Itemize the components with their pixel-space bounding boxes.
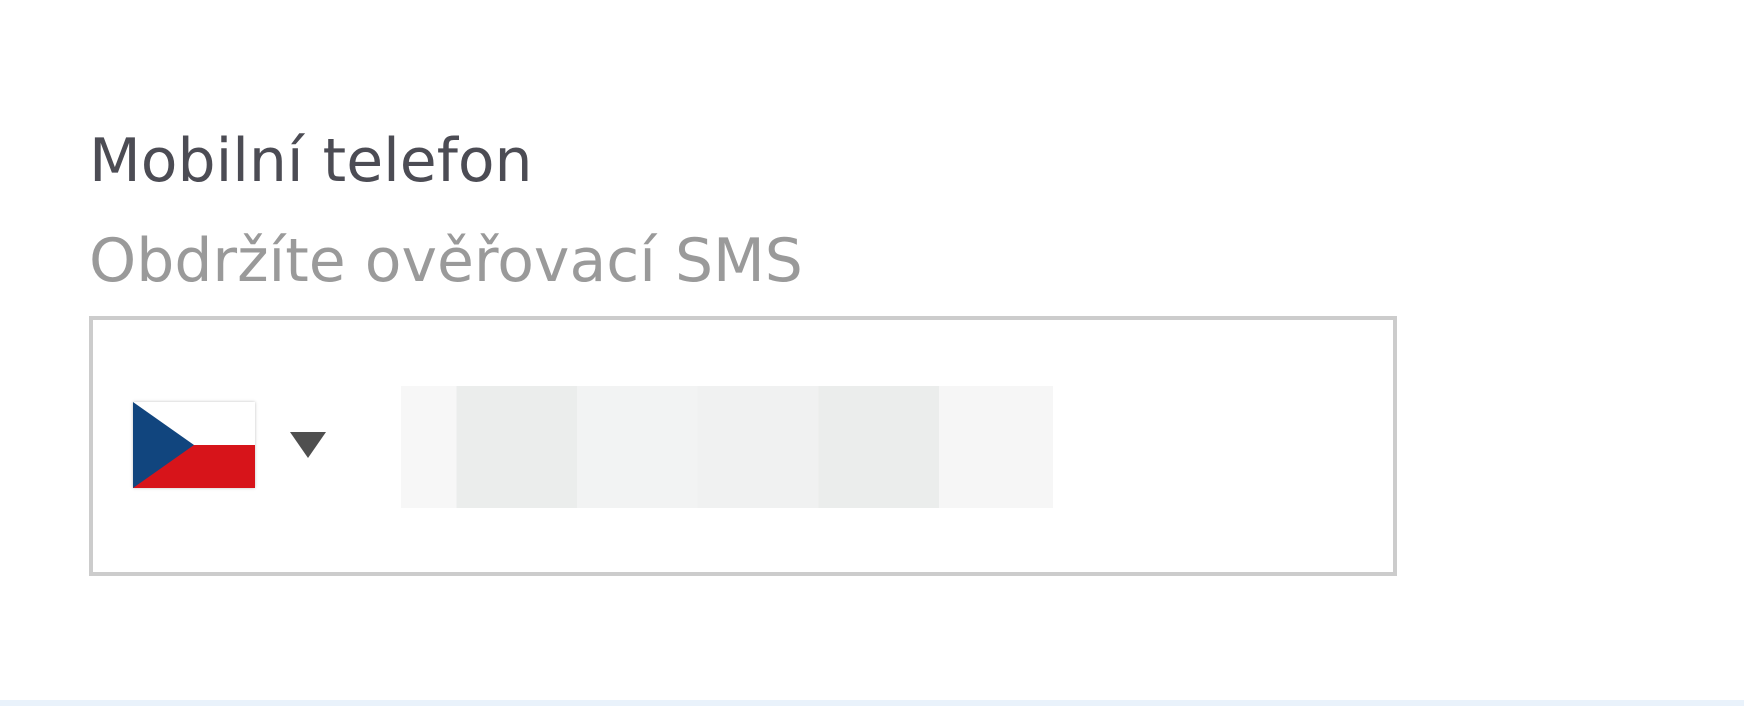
phone-input-group [89,316,1397,576]
czech-flag-icon [133,402,255,488]
caret-down-icon [290,432,326,458]
footer-divider [0,700,1744,706]
country-code-dropdown[interactable] [133,402,333,488]
phone-number-input[interactable] [401,386,1053,508]
phone-form: Mobilní telefon Obdržíte ověřovací SMS [0,0,1744,706]
phone-field-hint: Obdržíte ověřovací SMS [89,226,803,296]
phone-field-label: Mobilní telefon [89,126,533,196]
